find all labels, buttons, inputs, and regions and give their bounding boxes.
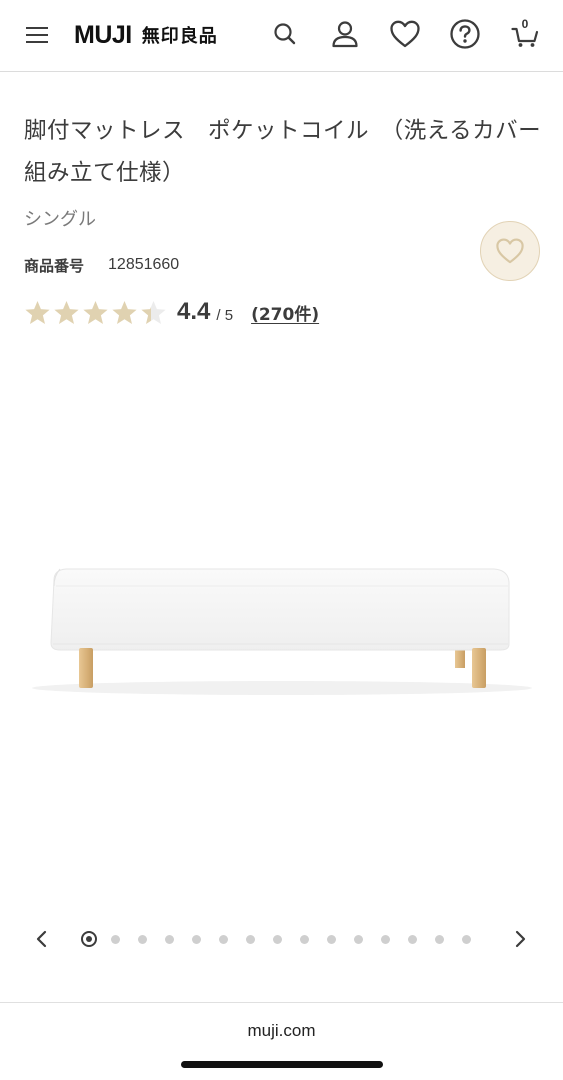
star-icon	[54, 300, 79, 324]
chevron-right-icon[interactable]	[510, 929, 530, 949]
home-indicator[interactable]	[181, 1061, 383, 1068]
muji-logo[interactable]: MUJI 無印良品	[74, 20, 218, 50]
carousel-dot[interactable]	[192, 934, 201, 944]
star-icon	[112, 300, 137, 324]
star-icon	[83, 300, 108, 324]
site-header: MUJI 無印良品 0	[0, 0, 563, 72]
carousel-dot[interactable]	[111, 934, 120, 944]
logo-text-en: MUJI	[74, 20, 132, 49]
browser-bottom-bar: muji.com	[0, 1002, 563, 1080]
carousel-dot[interactable]	[462, 934, 471, 944]
search-icon[interactable]	[268, 16, 302, 52]
cart-icon[interactable]: 0	[508, 16, 542, 52]
carousel-dot[interactable]	[138, 934, 147, 944]
favorite-button[interactable]	[480, 221, 540, 281]
carousel-dot[interactable]	[165, 934, 174, 944]
account-icon[interactable]	[328, 16, 362, 52]
rating-row: 4.4 / 5 (270件)	[24, 294, 319, 330]
carousel-dot[interactable]	[273, 934, 282, 944]
rating-max: / 5	[216, 306, 234, 324]
star-icon	[25, 300, 50, 324]
carousel-nav	[0, 922, 563, 956]
star-icon	[141, 300, 166, 324]
product-code-value: 12851660	[108, 256, 180, 273]
browser-url[interactable]: muji.com	[0, 1021, 563, 1041]
product-variant: シングル	[24, 209, 96, 230]
chevron-left-icon[interactable]	[32, 929, 52, 949]
heart-icon[interactable]	[388, 16, 422, 52]
help-icon[interactable]	[448, 16, 482, 52]
logo-text-jp: 無印良品	[141, 26, 218, 47]
carousel-dot-active[interactable]	[81, 931, 97, 947]
heart-outline-icon	[496, 238, 524, 264]
cart-count-badge: 0	[521, 17, 529, 31]
product-title: 脚付マットレス ポケットコイル （洗えるカバー 組み立て仕様）	[24, 118, 563, 186]
carousel-dot[interactable]	[246, 934, 255, 944]
carousel-dot[interactable]	[327, 934, 336, 944]
carousel-dot[interactable]	[435, 934, 444, 944]
product-image-mattress[interactable]	[20, 540, 543, 710]
star-rating	[24, 299, 167, 326]
carousel-dot[interactable]	[219, 934, 228, 944]
product-code-label: 商品番号	[24, 256, 85, 275]
carousel-dot[interactable]	[300, 934, 309, 944]
rating-score: 4.4	[177, 298, 211, 325]
carousel-dots	[81, 931, 489, 947]
product-code-row: 商品番号 12851660	[24, 252, 179, 278]
carousel-dot[interactable]	[354, 934, 363, 944]
review-count-link[interactable]: (270件)	[251, 300, 319, 325]
hamburger-menu-icon[interactable]	[26, 24, 48, 44]
carousel-dot[interactable]	[408, 934, 417, 944]
carousel-dot[interactable]	[381, 934, 390, 944]
